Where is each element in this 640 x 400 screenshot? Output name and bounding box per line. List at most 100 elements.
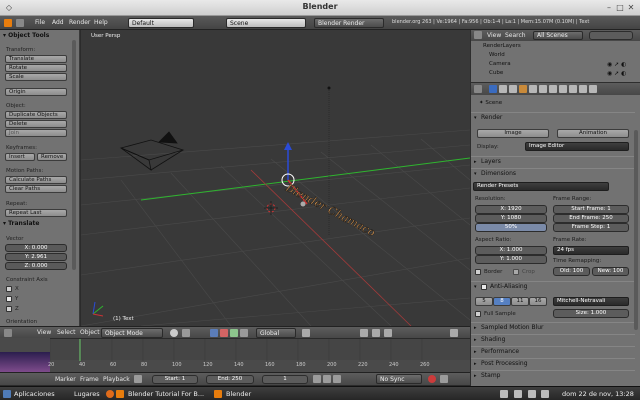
editor-type-icon[interactable] xyxy=(4,329,12,337)
anti-aliasing-panel-header[interactable]: ▾ Anti-Aliasing xyxy=(471,281,635,292)
render-panel-header[interactable]: ▾ Render xyxy=(471,112,635,123)
render-image-button[interactable]: Image xyxy=(477,129,549,138)
record-icon[interactable] xyxy=(428,375,436,383)
aa-samples-5[interactable]: 5 xyxy=(475,297,493,306)
full-sample-checkbox[interactable] xyxy=(475,311,481,317)
transform-orientation-select[interactable]: Global xyxy=(256,328,296,338)
scene-tab-icon[interactable] xyxy=(509,85,517,93)
vector-x-field[interactable]: X: 0.000 xyxy=(5,244,67,252)
render-animation-button[interactable]: Animation xyxy=(557,129,629,138)
viewport-canvas[interactable]: Blender Chamaco xyxy=(81,30,470,326)
sampled-motion-blur-panel-header[interactable]: ▸ Sampled Motion Blur xyxy=(471,322,635,333)
translate-operator-header[interactable]: ▾ Translate xyxy=(3,220,39,227)
outliner-item-world[interactable]: World xyxy=(489,52,505,58)
clear-paths-button[interactable]: Clear Paths xyxy=(5,185,67,193)
minimize-icon[interactable]: – xyxy=(604,3,614,13)
editor-type-icon[interactable] xyxy=(474,85,482,93)
frame-rate-select[interactable]: 24 fps xyxy=(553,246,629,255)
timeline-ruler[interactable] xyxy=(49,338,470,361)
maximize-icon[interactable]: □ xyxy=(615,3,625,13)
stamp-panel-header[interactable]: ▸ Stamp xyxy=(471,370,635,381)
aspect-x-field[interactable]: X: 1.000 xyxy=(475,246,547,255)
applications-menu[interactable]: Aplicaciones xyxy=(14,389,55,399)
world-tab-icon[interactable] xyxy=(519,85,527,93)
insert-keyframe-button[interactable]: Insert xyxy=(5,153,35,161)
layers-panel-header[interactable]: ▸ Layers xyxy=(471,156,635,167)
modifiers-tab-icon[interactable] xyxy=(549,85,557,93)
menu-file[interactable]: File xyxy=(35,19,45,26)
menu-select[interactable]: Select xyxy=(57,329,76,336)
current-frame-field[interactable]: 1 xyxy=(262,375,308,384)
menu-marker[interactable]: Marker xyxy=(55,376,76,383)
render-engine-select[interactable]: Blender Render xyxy=(314,18,384,28)
play-icon[interactable] xyxy=(323,375,331,383)
sync-select[interactable]: No Sync xyxy=(376,374,422,384)
properties-scrollbar[interactable] xyxy=(634,130,638,330)
pivot-icon[interactable] xyxy=(182,329,190,337)
constraint-y-checkbox[interactable] xyxy=(6,296,12,302)
filter-size-field[interactable]: Size: 1.000 xyxy=(553,309,629,318)
visibility-eye-icon[interactable]: ◉ ➚ ◐ xyxy=(607,61,626,68)
start-frame-field[interactable]: Start: 1 xyxy=(152,375,198,384)
menu-view[interactable]: View xyxy=(487,32,501,39)
task-blender-window[interactable]: Blender xyxy=(226,389,251,399)
places-menu[interactable]: Lugares xyxy=(74,389,100,399)
outliner-item-camera[interactable]: Camera xyxy=(489,61,511,67)
resolution-x-field[interactable]: X: 1920 xyxy=(475,205,547,214)
menu-render[interactable]: Render xyxy=(69,19,90,26)
rotate-manipulator-icon[interactable] xyxy=(230,329,238,337)
remove-keyframe-button[interactable]: Remove xyxy=(37,153,67,161)
performance-panel-header[interactable]: ▸ Performance xyxy=(471,346,635,357)
duplicate-objects-button[interactable]: Duplicate Objects xyxy=(5,111,67,119)
object-tab-icon[interactable] xyxy=(529,85,537,93)
close-icon[interactable]: ✕ xyxy=(626,3,636,13)
camera-object[interactable] xyxy=(119,131,185,171)
scale-manipulator-icon[interactable] xyxy=(240,329,248,337)
old-frame-field[interactable]: Old: 100 xyxy=(553,267,590,276)
applications-menu-icon[interactable] xyxy=(3,390,11,398)
manipulator-toggle-icon[interactable] xyxy=(210,329,218,337)
render-presets-select[interactable]: Render Presets xyxy=(473,182,609,191)
layer-buttons-icon[interactable] xyxy=(302,329,310,337)
end-frame-field[interactable]: End Frame: 250 xyxy=(553,214,629,223)
messaging-icon[interactable] xyxy=(541,390,549,398)
new-frame-field[interactable]: New: 100 xyxy=(592,267,629,276)
crop-checkbox[interactable] xyxy=(513,269,519,275)
aspect-y-field[interactable]: Y: 1.000 xyxy=(475,255,547,264)
scene-select[interactable]: Scene xyxy=(226,18,306,28)
outliner-item-cube[interactable]: Cube xyxy=(489,70,503,76)
translate-button[interactable]: Translate xyxy=(5,55,67,63)
frame-step-field[interactable]: Frame Step: 1 xyxy=(553,223,629,232)
jump-start-icon[interactable] xyxy=(313,375,321,383)
render-icon[interactable] xyxy=(450,329,458,337)
data-tab-icon[interactable] xyxy=(559,85,567,93)
resolution-percentage-field[interactable]: 50% xyxy=(475,223,547,232)
lock-icon[interactable] xyxy=(360,329,368,337)
aa-samples-11[interactable]: 11 xyxy=(511,297,529,306)
rotate-button[interactable]: Rotate xyxy=(5,64,67,72)
anti-aliasing-checkbox[interactable] xyxy=(481,284,487,290)
scale-button[interactable]: Scale xyxy=(5,73,67,81)
snap-icon[interactable] xyxy=(372,329,380,337)
menu-help[interactable]: Help xyxy=(94,19,108,26)
browser-launcher-icon[interactable] xyxy=(106,390,114,398)
particles-tab-icon[interactable] xyxy=(589,85,597,93)
outliner-display-select[interactable]: All Scenes xyxy=(533,31,583,40)
layers-tab-icon[interactable] xyxy=(499,85,507,93)
origin-button[interactable]: Origin xyxy=(5,88,67,96)
dimensions-panel-header[interactable]: ▾ Dimensions xyxy=(471,168,635,179)
calculate-paths-button[interactable]: Calculate Paths xyxy=(5,176,67,184)
outliner-search-field[interactable] xyxy=(589,31,633,40)
editor-type-icon[interactable] xyxy=(474,31,482,39)
display-select[interactable]: Image Editor xyxy=(525,142,629,151)
constraint-x-checkbox[interactable] xyxy=(6,286,12,292)
network-icon[interactable] xyxy=(514,390,522,398)
jump-end-icon[interactable] xyxy=(333,375,341,383)
resolution-y-field[interactable]: Y: 1080 xyxy=(475,214,547,223)
menu-add[interactable]: Add xyxy=(52,19,64,26)
aa-samples-16[interactable]: 16 xyxy=(529,297,547,306)
preview-range-icon[interactable] xyxy=(134,375,142,383)
battery-icon[interactable] xyxy=(528,390,536,398)
task-browser-window[interactable]: Blender Tutorial For B... xyxy=(128,389,208,399)
visibility-eye-icon[interactable]: ◉ ➚ ◐ xyxy=(607,70,626,77)
